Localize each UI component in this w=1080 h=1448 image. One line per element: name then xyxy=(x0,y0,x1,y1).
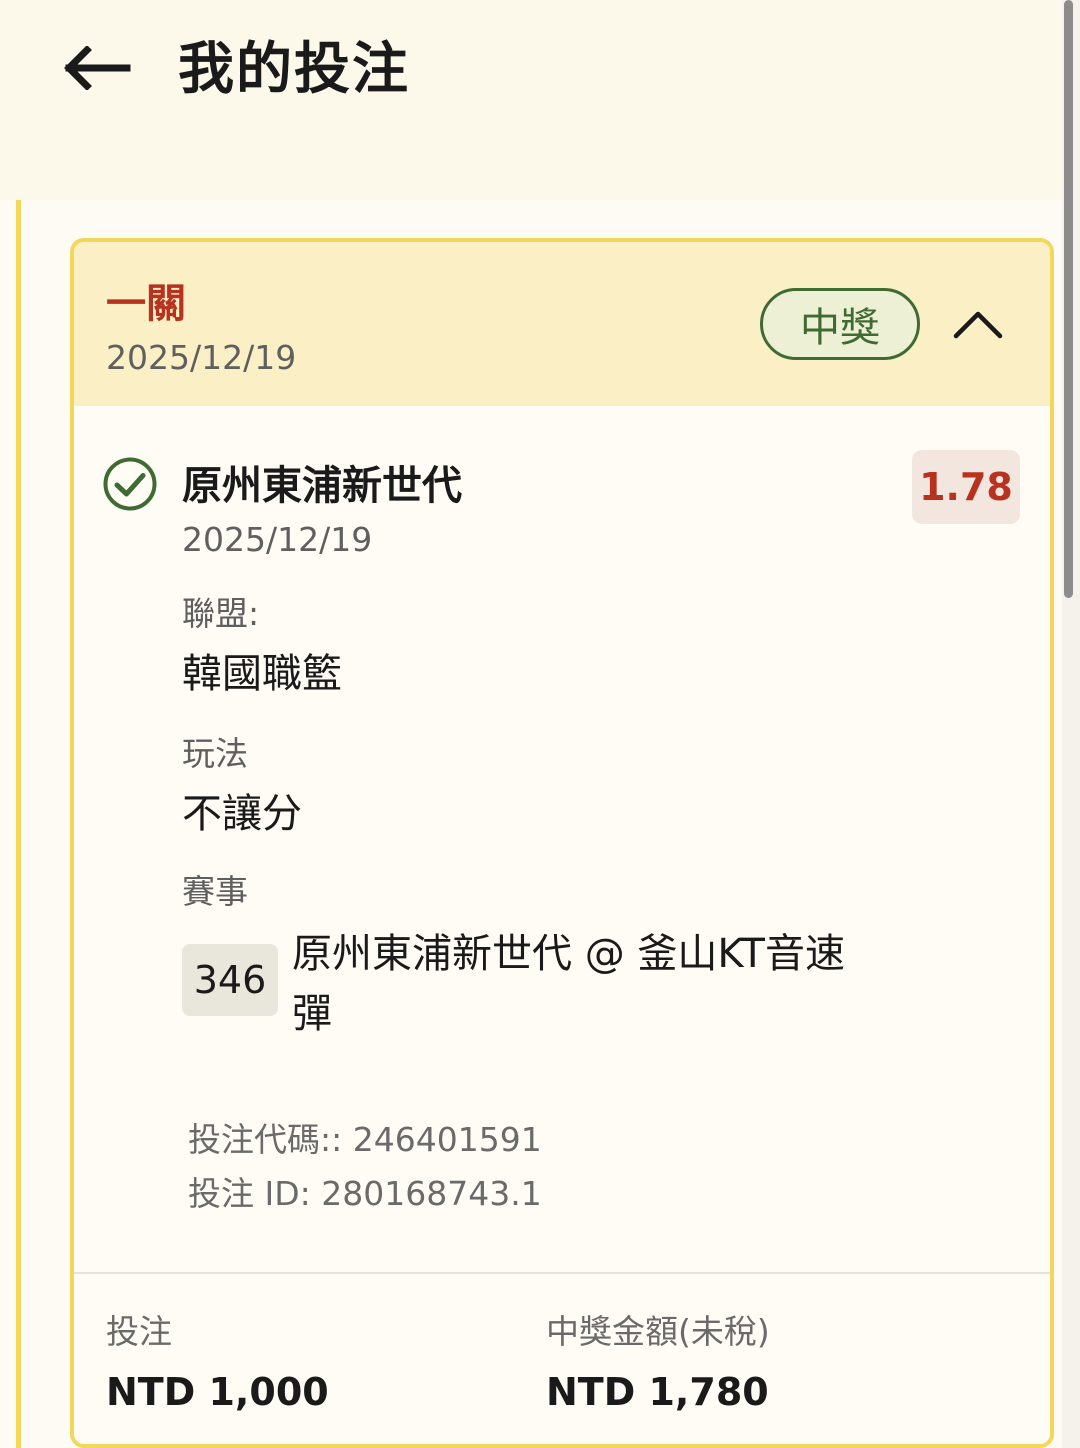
bet-code: 投注代碼:: 246401591 xyxy=(188,1120,542,1159)
status-badge: 中獎 xyxy=(760,288,920,360)
bet-card-header[interactable]: 一關 2025/12/19 中獎 xyxy=(74,242,1050,406)
check-circle-icon xyxy=(103,457,157,511)
match-name: 原州東浦新世代 @ 釜山KT音速彈 xyxy=(292,931,845,1037)
league-label: 聯盟: xyxy=(182,594,260,633)
chevron-up-icon xyxy=(953,311,1003,339)
payout-value: NTD 1,780 xyxy=(546,1370,769,1414)
bet-card: 一關 2025/12/19 中獎 原州東浦新世代 1.78 2025/12/19… xyxy=(70,238,1054,1448)
bet-date: 2025/12/19 xyxy=(106,338,297,377)
selection-team: 原州東浦新世代 xyxy=(182,463,462,509)
page-title: 我的投注 xyxy=(178,37,410,102)
odds-badge: 1.78 xyxy=(912,450,1020,524)
divider xyxy=(74,1272,1050,1274)
back-button[interactable] xyxy=(56,32,136,104)
bet-type-label: 一關 xyxy=(106,281,186,327)
collapse-button[interactable] xyxy=(948,298,1008,350)
match-number-badge: 346 xyxy=(182,944,278,1016)
market-label: 玩法 xyxy=(182,734,248,773)
stake-value: NTD 1,000 xyxy=(106,1370,329,1414)
bet-id: 投注 ID: 280168743.1 xyxy=(188,1174,542,1213)
arrow-left-icon xyxy=(64,46,131,90)
payout-label: 中獎金額(未稅) xyxy=(546,1312,770,1351)
top-bar: 我的投注 xyxy=(0,0,1064,200)
market-value: 不讓分 xyxy=(182,791,302,837)
scrollbar-thumb[interactable] xyxy=(1064,0,1073,598)
league-value: 韓國職籃 xyxy=(182,651,342,697)
stake-label: 投注 xyxy=(106,1312,172,1351)
my-bets-page: 我的投注 一關 2025/12/19 中獎 原州東浦新世代 1.78 2025/… xyxy=(0,0,1080,1448)
event-label: 賽事 xyxy=(182,872,248,911)
selection-date: 2025/12/19 xyxy=(182,520,373,559)
accent-line xyxy=(16,200,21,1448)
